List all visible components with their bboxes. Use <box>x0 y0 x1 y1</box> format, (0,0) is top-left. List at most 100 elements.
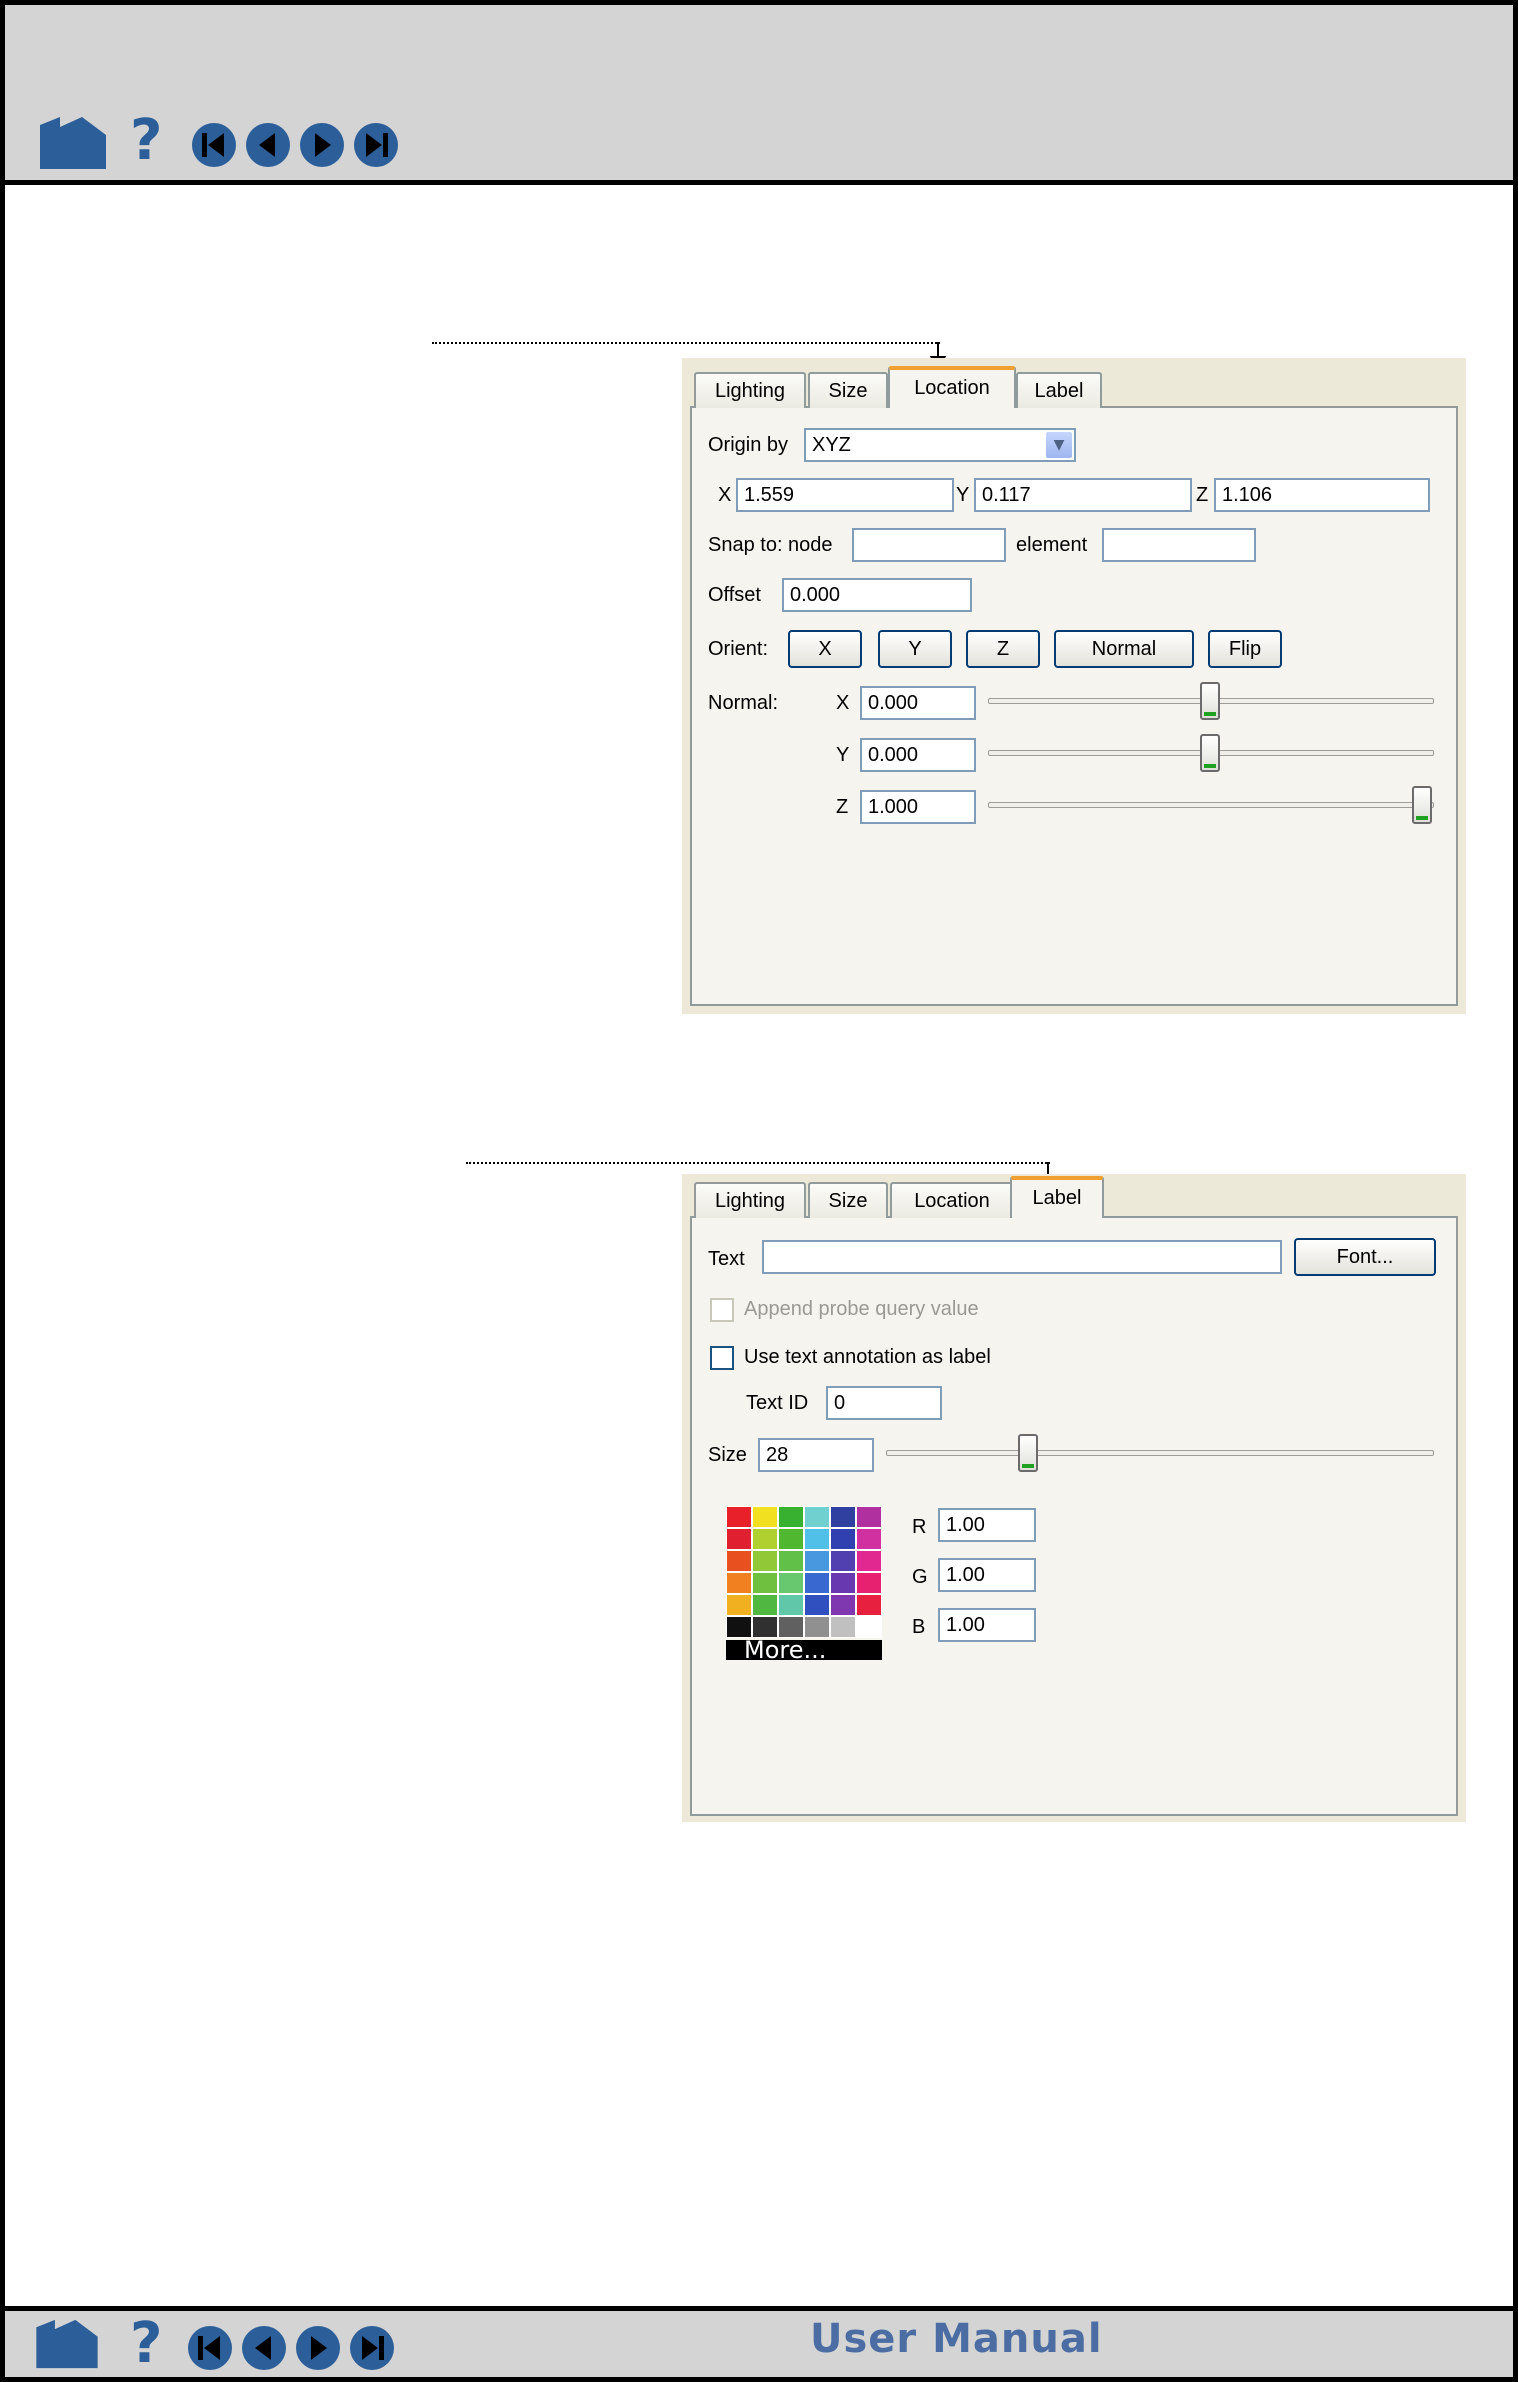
normal-y-slider-thumb[interactable] <box>1200 734 1220 772</box>
previous-page-icon[interactable] <box>240 2324 288 2372</box>
snap-to-node-label: Snap to: node <box>708 534 833 556</box>
tab-lighting[interactable]: Lighting <box>694 372 806 408</box>
tab-location[interactable]: Location <box>888 366 1016 408</box>
normal-x-slider-thumb[interactable] <box>1200 682 1220 720</box>
color-swatch[interactable] <box>856 1550 882 1572</box>
color-palette[interactable] <box>726 1506 882 1638</box>
color-swatch[interactable] <box>726 1594 752 1616</box>
color-swatch[interactable] <box>830 1528 856 1550</box>
color-swatch[interactable] <box>778 1550 804 1572</box>
offset-label: Offset <box>708 584 761 606</box>
font-button[interactable]: Font... <box>1294 1238 1436 1276</box>
help-icon[interactable]: ? <box>130 113 162 169</box>
first-page-icon[interactable] <box>186 2324 234 2372</box>
color-swatch[interactable] <box>726 1616 752 1638</box>
color-swatch[interactable] <box>752 1572 778 1594</box>
append-probe-checkbox[interactable] <box>710 1298 734 1322</box>
use-annotation-label: Use text annotation as label <box>744 1346 991 1368</box>
z-field[interactable]: 1.106 <box>1214 478 1430 512</box>
color-swatch[interactable] <box>804 1616 830 1638</box>
color-swatch[interactable] <box>804 1550 830 1572</box>
normal-y-field[interactable]: 0.000 <box>860 738 976 772</box>
callout-arrow-stem <box>937 342 939 356</box>
color-swatch[interactable] <box>752 1594 778 1616</box>
home-icon[interactable] <box>34 2318 100 2370</box>
color-swatch[interactable] <box>778 1506 804 1528</box>
color-swatch[interactable] <box>726 1528 752 1550</box>
r-field[interactable]: 1.00 <box>938 1508 1036 1542</box>
tab-label[interactable]: Label <box>1016 372 1102 408</box>
color-swatch[interactable] <box>856 1594 882 1616</box>
element-field[interactable] <box>1102 528 1256 562</box>
normal-x-label: X <box>836 692 850 714</box>
snap-node-field[interactable] <box>852 528 1006 562</box>
x-field[interactable]: 1.559 <box>736 478 954 512</box>
chevron-down-icon[interactable]: ▼ <box>1046 432 1072 458</box>
color-swatch[interactable] <box>752 1550 778 1572</box>
size-slider-thumb[interactable] <box>1017 1434 1038 1472</box>
color-swatch[interactable] <box>778 1572 804 1594</box>
origin-by-select[interactable]: XYZ ▼ <box>804 428 1076 462</box>
normal-z-slider-track[interactable] <box>988 802 1434 808</box>
color-swatch[interactable] <box>830 1572 856 1594</box>
orient-x-button[interactable]: X <box>788 630 862 668</box>
tab-size-2[interactable]: Size <box>808 1182 888 1218</box>
normal-x-field[interactable]: 0.000 <box>860 686 976 720</box>
normal-z-slider-thumb[interactable] <box>1412 786 1432 824</box>
color-swatch[interactable] <box>778 1616 804 1638</box>
color-swatch[interactable] <box>830 1506 856 1528</box>
orient-label: Orient: <box>708 638 769 660</box>
color-swatch[interactable] <box>830 1616 856 1638</box>
home-icon[interactable] <box>38 115 108 171</box>
last-page-icon[interactable] <box>348 2324 396 2372</box>
more-colors-button[interactable]: More... <box>726 1638 882 1662</box>
help-icon[interactable]: ? <box>130 2316 162 2372</box>
footer-title: User Manual <box>810 2316 1103 2362</box>
orient-normal-button[interactable]: Normal <box>1054 630 1194 668</box>
next-page-icon[interactable] <box>294 2324 342 2372</box>
g-field[interactable]: 1.00 <box>938 1558 1036 1592</box>
color-swatch[interactable] <box>804 1572 830 1594</box>
color-swatch[interactable] <box>830 1550 856 1572</box>
first-page-icon[interactable] <box>190 121 238 169</box>
color-swatch[interactable] <box>856 1528 882 1550</box>
tab-size[interactable]: Size <box>808 372 888 408</box>
use-annotation-checkbox[interactable] <box>710 1346 734 1370</box>
last-page-icon[interactable] <box>352 121 400 169</box>
color-swatch[interactable] <box>778 1594 804 1616</box>
y-field[interactable]: 0.117 <box>974 478 1192 512</box>
z-label: Z <box>1196 484 1209 506</box>
offset-field[interactable]: 0.000 <box>782 578 972 612</box>
color-swatch[interactable] <box>856 1506 882 1528</box>
size-slider-track[interactable] <box>886 1450 1434 1456</box>
text-id-field[interactable]: 0 <box>826 1386 942 1420</box>
tab-location-2[interactable]: Location <box>890 1182 1014 1218</box>
color-swatch[interactable] <box>726 1550 752 1572</box>
b-field[interactable]: 1.00 <box>938 1608 1036 1642</box>
color-swatch[interactable] <box>804 1594 830 1616</box>
tab-lighting-2[interactable]: Lighting <box>694 1182 806 1218</box>
size-field[interactable]: 28 <box>758 1438 874 1472</box>
color-swatch[interactable] <box>804 1506 830 1528</box>
x-label: X <box>718 484 732 506</box>
color-swatch[interactable] <box>752 1506 778 1528</box>
text-field[interactable] <box>762 1240 1282 1274</box>
origin-by-value: XYZ <box>812 434 851 456</box>
color-swatch[interactable] <box>752 1616 778 1638</box>
color-swatch[interactable] <box>856 1616 882 1638</box>
orient-z-button[interactable]: Z <box>966 630 1040 668</box>
color-swatch[interactable] <box>856 1572 882 1594</box>
location-dialog: Lighting Size Location Label Origin by X… <box>682 358 1466 1014</box>
normal-z-field[interactable]: 1.000 <box>860 790 976 824</box>
orient-y-button[interactable]: Y <box>878 630 952 668</box>
color-swatch[interactable] <box>726 1506 752 1528</box>
flip-button[interactable]: Flip <box>1208 630 1282 668</box>
color-swatch[interactable] <box>726 1572 752 1594</box>
color-swatch[interactable] <box>778 1528 804 1550</box>
previous-page-icon[interactable] <box>244 121 292 169</box>
color-swatch[interactable] <box>752 1528 778 1550</box>
next-page-icon[interactable] <box>298 121 346 169</box>
color-swatch[interactable] <box>804 1528 830 1550</box>
tab-label-2[interactable]: Label <box>1010 1176 1104 1218</box>
color-swatch[interactable] <box>830 1594 856 1616</box>
